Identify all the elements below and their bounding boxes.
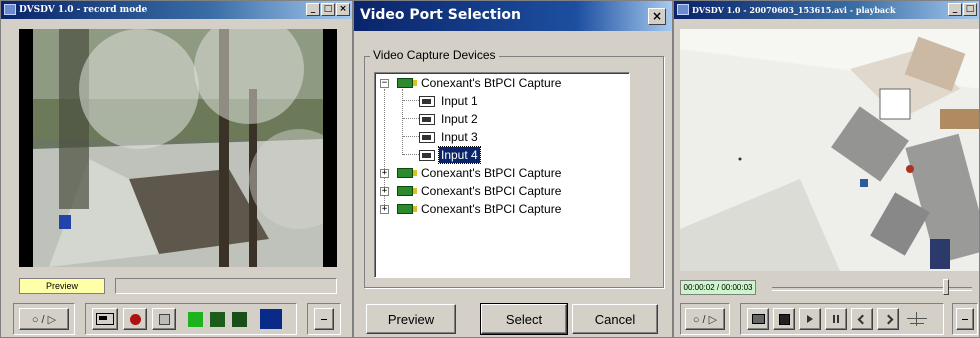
tree-item-label: Input 1 (441, 94, 478, 108)
video-input-icon (419, 96, 435, 107)
collapse-icon[interactable]: − (380, 79, 389, 88)
video-device-icon (96, 313, 114, 325)
tree-connector (403, 100, 419, 101)
record-mode-window: DVSDV 1.0 - record mode _ □ × Preview ○ … (0, 0, 353, 338)
mode-toggle-group: ○ / ▷ (680, 303, 730, 335)
tree-connector (403, 154, 419, 155)
mode-toggle-group: ○ / ▷ (13, 303, 75, 335)
step-back-button[interactable] (851, 308, 873, 330)
status-indicator-1 (188, 312, 203, 327)
video-input-icon (419, 132, 435, 143)
cancel-button[interactable]: Cancel (572, 304, 658, 334)
status-indicator-2 (210, 312, 225, 327)
pause-icon (833, 315, 839, 323)
tree-node-label: Conexant's BtPCI Capture (421, 202, 562, 216)
open-file-button[interactable] (747, 308, 769, 330)
expand-icon[interactable]: + (380, 169, 389, 178)
record-window-titlebar: DVSDV 1.0 - record mode _ □ × (1, 1, 352, 19)
step-forward-button[interactable] (877, 308, 899, 330)
minimize-button[interactable]: _ (306, 3, 320, 16)
status-indicator-3 (232, 312, 247, 327)
tree-connector (402, 89, 403, 155)
chevron-right-icon (883, 314, 893, 324)
expand-icon[interactable]: + (380, 187, 389, 196)
save-disk-icon (778, 313, 790, 325)
seek-slider-thumb[interactable] (943, 279, 949, 295)
app-icon (4, 4, 16, 15)
capture-device-tree[interactable]: − Conexant's BtPCI Capture Input 1 Input… (374, 72, 630, 278)
tree-item-label: Input 2 (441, 112, 478, 126)
garden-camera-image (19, 29, 337, 267)
maximize-button[interactable]: □ (963, 3, 977, 16)
play-record-toggle-button[interactable]: ○ / ▷ (19, 308, 69, 330)
save-button[interactable] (773, 308, 795, 330)
dash-icon (962, 318, 968, 320)
dialog-title: Video Port Selection (360, 7, 521, 23)
select-button[interactable]: Select (480, 303, 568, 335)
capture-device-button[interactable] (92, 308, 118, 330)
record-controls-group (85, 303, 297, 335)
dialog-titlebar: Video Port Selection × (354, 1, 672, 31)
playback-window-titlebar: DVSDV 1.0 - 20070603_153615.avi - playba… (674, 1, 979, 19)
dialog-close-button[interactable]: × (648, 8, 666, 25)
capture-card-icon (397, 204, 417, 214)
minimize-button[interactable]: _ (948, 3, 962, 16)
options-group (952, 303, 978, 335)
tree-connector (403, 136, 419, 137)
tree-node-label: Conexant's BtPCI Capture (421, 76, 562, 90)
playback-controls-group (740, 303, 944, 335)
expand-icon[interactable]: + (380, 205, 389, 214)
tree-connector (403, 118, 419, 119)
play-record-toggle-button[interactable]: ○ / ▷ (685, 308, 725, 330)
tree-node-label: Conexant's BtPCI Capture (421, 166, 562, 180)
playback-video-view (680, 29, 979, 271)
status-indicator-4 (260, 309, 282, 329)
video-input-icon (419, 114, 435, 125)
tree-item-label: Input 3 (441, 130, 478, 144)
video-input-icon (419, 150, 435, 161)
seek-track[interactable] (772, 287, 972, 291)
record-button[interactable] (123, 308, 147, 330)
dash-icon (321, 318, 327, 320)
folder-icon (751, 314, 765, 324)
options-button[interactable] (314, 308, 334, 330)
options-group (307, 303, 341, 335)
live-camera-view (19, 29, 337, 267)
playback-time-display: 00:00:02 / 00:00:03 (680, 280, 756, 295)
capture-devices-legend: Video Capture Devices (370, 48, 499, 62)
video-port-selection-dialog: Video Port Selection × Video Capture Dev… (353, 0, 673, 338)
preview-status-label: Preview (19, 278, 105, 294)
record-status-field (115, 278, 337, 294)
preview-button[interactable]: Preview (366, 304, 456, 334)
play-icon (807, 315, 813, 323)
office-camera-image (680, 29, 979, 271)
stop-square-icon (158, 313, 170, 325)
capture-card-icon (397, 168, 417, 178)
options-button[interactable] (956, 308, 974, 330)
chevron-left-icon (857, 314, 867, 324)
tree-node-label: Conexant's BtPCI Capture (421, 184, 562, 198)
stop-button[interactable] (152, 308, 176, 330)
maximize-button[interactable]: □ (321, 3, 335, 16)
record-window-title: DVSDV 1.0 - record mode (19, 5, 148, 15)
close-button[interactable]: × (336, 3, 350, 16)
playback-window-title: DVSDV 1.0 - 20070603_153615.avi - playba… (692, 5, 896, 15)
capture-card-icon (397, 78, 417, 88)
record-dot-icon (129, 313, 141, 325)
tree-item-label-selected: Input 4 (438, 146, 481, 164)
capture-card-icon (397, 186, 417, 196)
play-button[interactable] (799, 308, 821, 330)
pause-button[interactable] (825, 308, 847, 330)
speed-adjust-icon[interactable] (907, 312, 927, 326)
app-icon (677, 4, 689, 15)
playback-window: DVSDV 1.0 - 20070603_153615.avi - playba… (673, 0, 980, 338)
